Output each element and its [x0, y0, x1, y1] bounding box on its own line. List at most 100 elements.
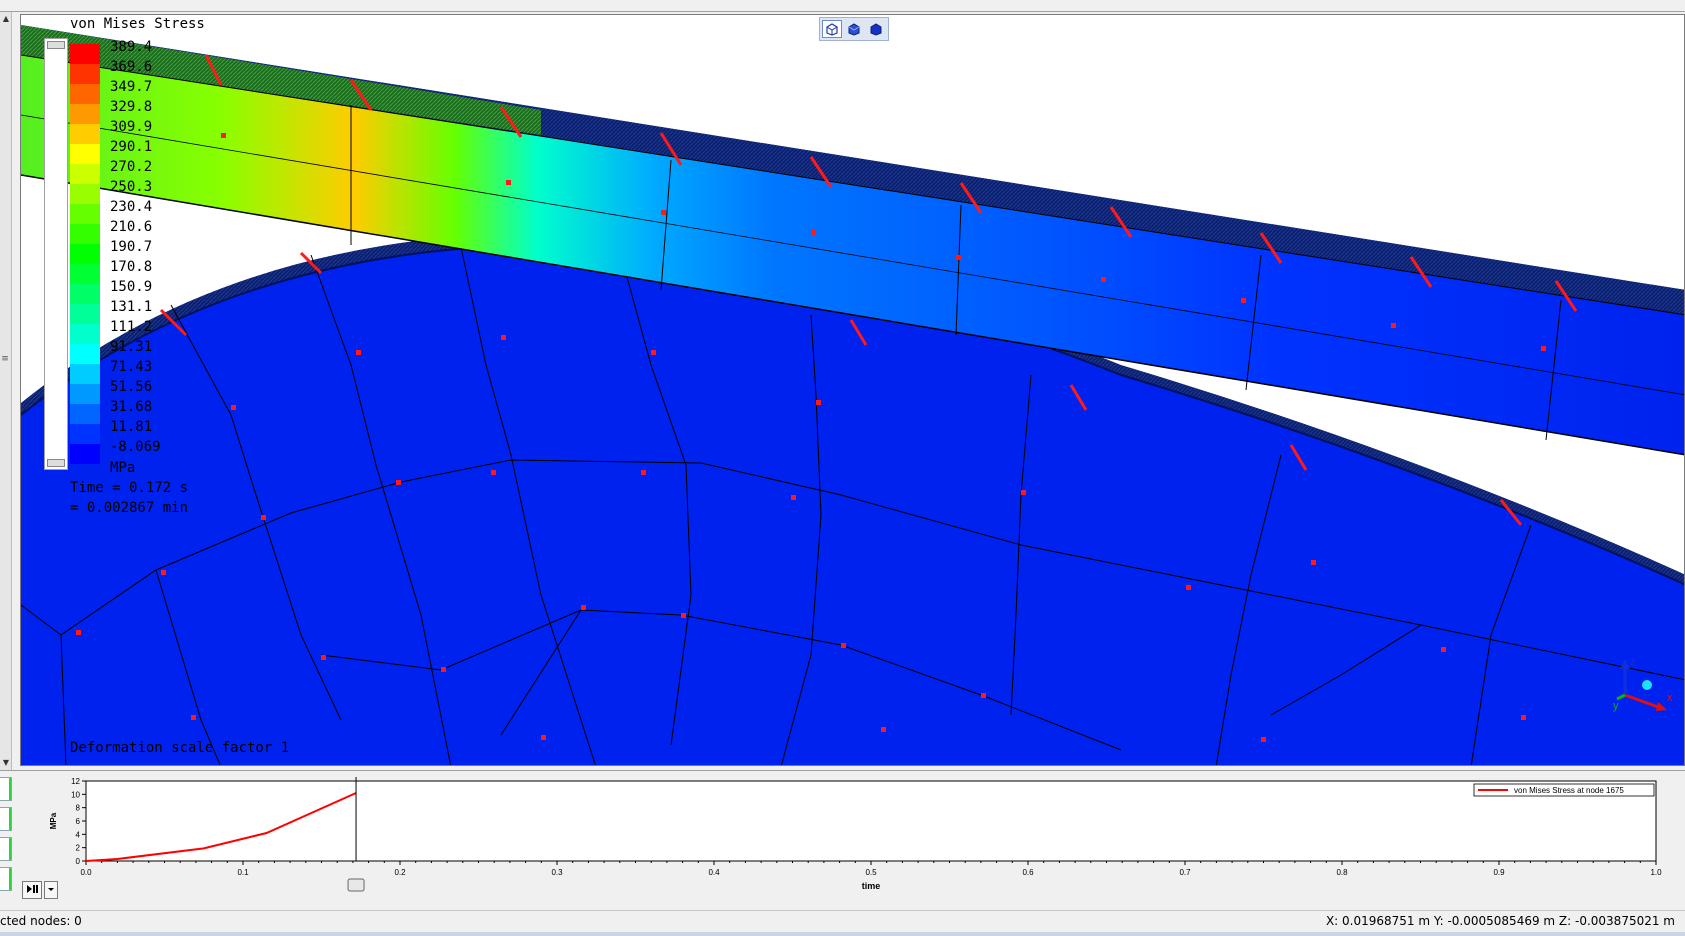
legend-value: 210.6 [110, 219, 153, 235]
legend-value: 131.1 [110, 299, 153, 315]
history-chart[interactable]: 0 2 4 6 8 10 12 0.0 0.1 0.2 0.3 0.4 0.5 0.6 0.7 0.8 0.9 1… [40, 775, 1680, 905]
legend-swatch [70, 124, 100, 144]
x-tick-label: 0.2 [394, 868, 406, 877]
play-pause-button[interactable] [22, 881, 42, 899]
x-tick-label: 0.0 [80, 868, 92, 877]
legend-swatch [70, 364, 100, 384]
legend-swatch [70, 244, 100, 264]
side-button-1[interactable] [0, 777, 12, 801]
legend-color-bar [70, 44, 100, 464]
legend-swatch [70, 204, 100, 224]
legend-value: 51.56 [110, 379, 153, 395]
panel-side-buttons [0, 777, 14, 897]
solid-view-button[interactable] [866, 20, 886, 38]
taskbar-strip [0, 932, 1685, 936]
scroll-down-arrow-icon[interactable]: ▼ [1, 758, 11, 768]
legend-value: 11.81 [110, 419, 153, 435]
front-view-button[interactable] [844, 20, 864, 38]
x-tick-label: 0.5 [865, 868, 877, 877]
legend-value: 369.6 [110, 59, 153, 75]
deformation-scale-label: Deformation scale factor 1 [70, 740, 290, 756]
x-tick-label: 0.8 [1336, 868, 1348, 877]
x-axis-label: time [862, 881, 881, 891]
legend-value: -8.069 [110, 439, 161, 455]
time-slider-handle[interactable] [347, 878, 365, 892]
legend-swatch [70, 304, 100, 324]
mesh-plot[interactable] [21, 15, 1685, 766]
legend-value: 111.2 [110, 319, 153, 335]
y-tick-label: 10 [71, 790, 80, 799]
legend-value: 71.43 [110, 359, 153, 375]
legend-value: 230.4 [110, 199, 153, 215]
legend-scroll-thumb-bottom[interactable] [47, 459, 65, 467]
legend-swatch [70, 144, 100, 164]
x-tick-label: 1.0 [1650, 868, 1662, 877]
solid-view-icon [870, 23, 882, 36]
side-button-3[interactable] [0, 837, 12, 861]
legend-swatch [70, 104, 100, 124]
legend-swatch [70, 384, 100, 404]
legend-unit: MPa [110, 460, 136, 476]
y-axis-label: y [1613, 700, 1619, 712]
legend-scrollbar[interactable] [44, 38, 68, 470]
triad-sphere-icon [1642, 680, 1652, 690]
y-tick-label: 2 [76, 844, 81, 853]
iso-view-button[interactable] [822, 20, 842, 38]
legend-labels: 389.4 369.6 349.7 329.8 309.9 290.1 270.2 250.3… [110, 37, 161, 457]
legend-swatch [70, 444, 100, 464]
play-pause-icon [27, 885, 38, 893]
cursor-coordinates: X: 0.01968751 m Y: -0.0005085469 m Z: -0… [1325, 914, 1675, 928]
legend-value: 150.9 [110, 279, 153, 295]
view-toolbar [819, 17, 889, 41]
side-button-4[interactable] [0, 867, 12, 891]
selected-nodes-status: cted nodes: 0 [0, 914, 82, 928]
x-axis-arrow-icon [1656, 702, 1667, 711]
legend-value: 91.31 [110, 339, 153, 355]
legend-value: 270.2 [110, 159, 153, 175]
history-chart-panel: 0 2 4 6 8 10 12 0.0 0.1 0.2 0.3 0.4 0.5 0.6 0.7 0.8 0.9 1… [0, 770, 1685, 910]
plot-area [85, 780, 1657, 862]
left-scrollbar[interactable]: ▲ ≡ ▼ [0, 12, 12, 770]
x-tick-label: 0.9 [1493, 868, 1505, 877]
time-seconds-label: Time = 0.172 s [70, 480, 189, 496]
time-minutes-label: = 0.002867 min [70, 500, 189, 516]
legend-swatch [70, 344, 100, 364]
legend-value: 290.1 [110, 139, 153, 155]
legend-value: 349.7 [110, 79, 153, 95]
x-tick-label: 0.6 [1022, 868, 1034, 877]
y-tick-label: 0 [76, 857, 81, 866]
y-tick-label: 6 [76, 817, 81, 826]
y-axis-line [1616, 693, 1626, 701]
x-axis-label: x [1667, 692, 1673, 704]
splitter-grip-icon[interactable]: ≡ [0, 354, 10, 366]
status-bar: cted nodes: 0 X: 0.01968751 m Y: -0.0005… [0, 910, 1685, 932]
x-tick-label: 0.7 [1179, 868, 1191, 877]
z-axis-label: z [1630, 656, 1636, 668]
axis-triad[interactable]: x z y [1613, 655, 1673, 715]
legend-swatch [70, 44, 100, 64]
legend-swatch [70, 84, 100, 104]
iso-view-icon [826, 23, 838, 36]
legend-value: 190.7 [110, 239, 153, 255]
front-view-icon [848, 23, 860, 36]
fea-results-window: ▲ ≡ ▼ von Mises Stress 389.4 369.6 349.7… [0, 0, 1685, 936]
top-border [0, 0, 1685, 12]
legend-swatch [70, 284, 100, 304]
y-tick-label: 12 [71, 777, 80, 786]
legend-swatch [70, 424, 100, 444]
legend-value: 250.3 [110, 179, 153, 195]
legend-scroll-thumb[interactable] [47, 41, 65, 49]
scroll-up-arrow-icon[interactable]: ▲ [1, 14, 11, 24]
legend-swatch [70, 404, 100, 424]
legend-swatch [70, 324, 100, 344]
z-axis-arrow-icon [1620, 659, 1630, 669]
side-button-2[interactable] [0, 807, 12, 831]
y-tick-label: 4 [76, 830, 81, 839]
model-viewport[interactable] [20, 14, 1685, 766]
legend-value: 329.8 [110, 99, 153, 115]
x-tick-label: 0.3 [551, 868, 563, 877]
legend-title: von Mises Stress [70, 16, 205, 32]
legend-value: 170.8 [110, 259, 153, 275]
x-axis-line [1624, 693, 1659, 709]
legend-swatch [70, 184, 100, 204]
